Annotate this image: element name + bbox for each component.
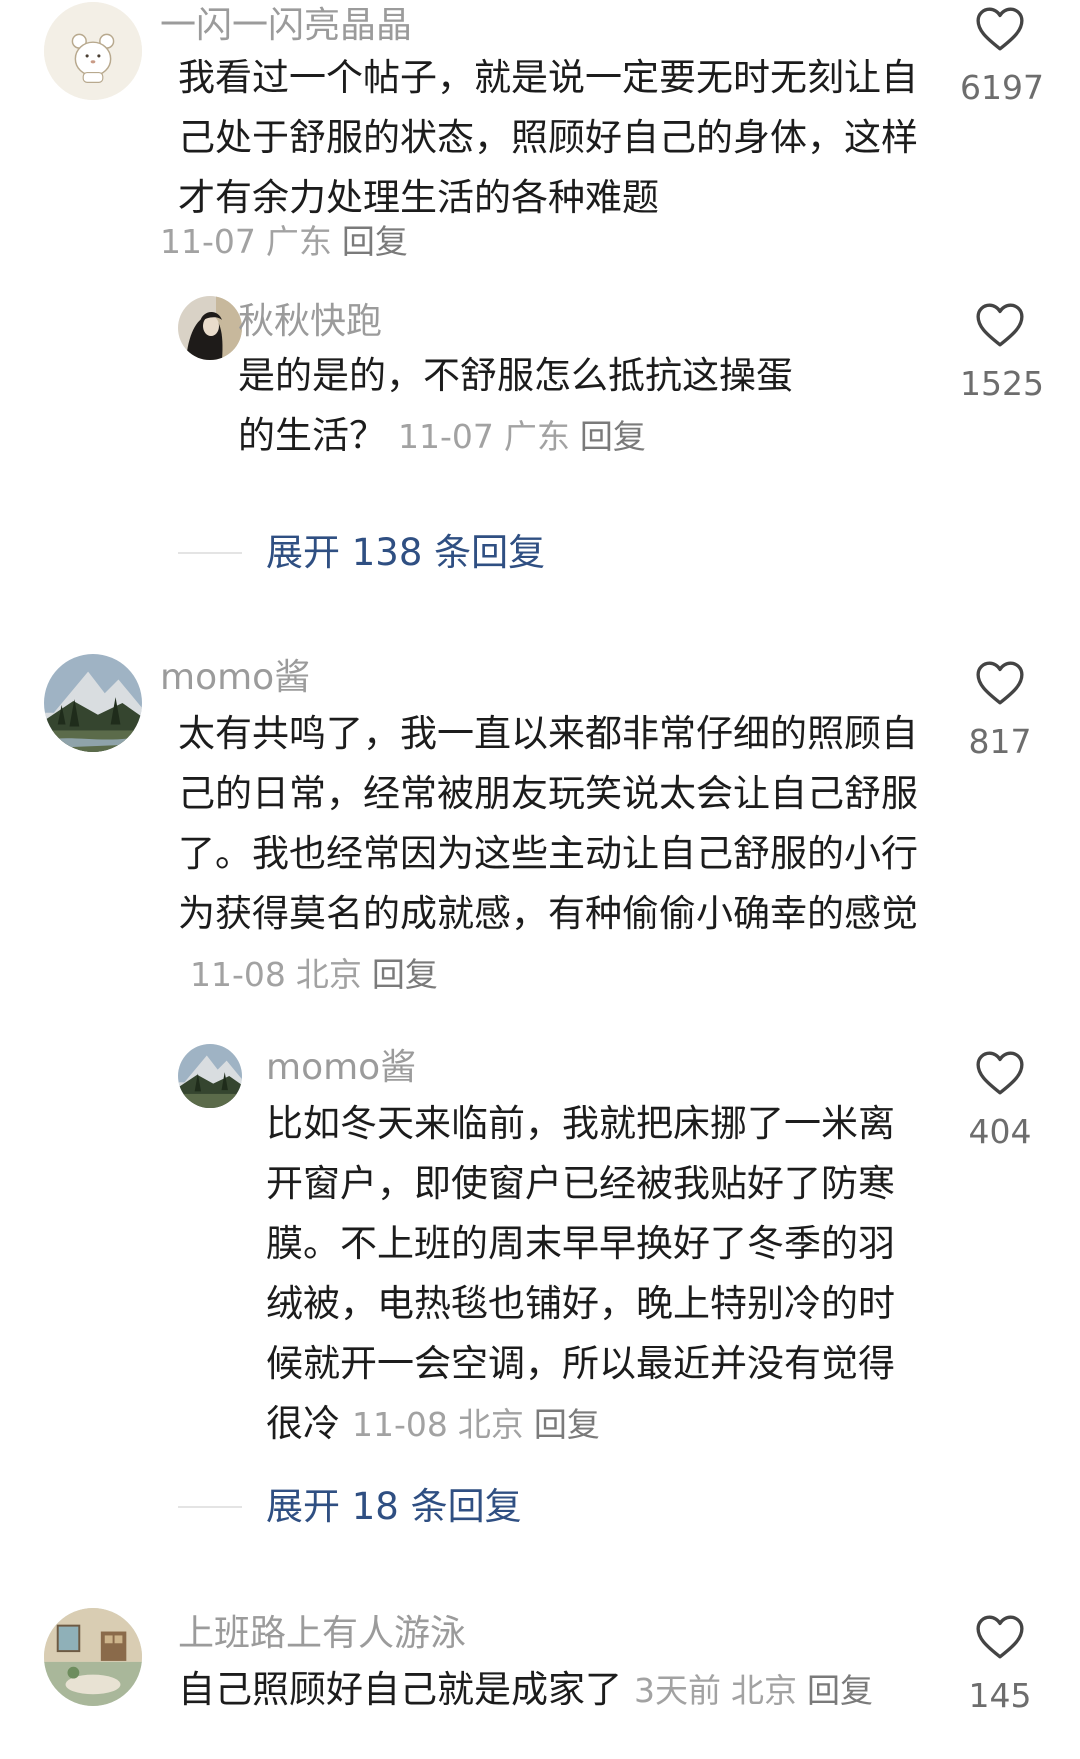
reply-text: 比如冬天来临前，我就把床挪了一米离开窗户，即使窗户已经被我贴好了防寒膜。不上班的… [266, 1094, 906, 1455]
room-illustration-avatar [44, 1608, 142, 1706]
cartoon-bear-avatar [44, 2, 142, 100]
comment-location: 北京 [295, 955, 362, 994]
username[interactable]: momo酱 [160, 656, 310, 700]
reply-button[interactable]: 回复 [372, 955, 438, 994]
like-count: 145 [968, 1676, 1032, 1715]
like-button[interactable]: 6197 [960, 6, 1044, 108]
avatar-bear[interactable] [44, 2, 142, 100]
expand-replies-label: 展开 138 条回复 [266, 531, 546, 574]
divider-line [178, 552, 242, 554]
comment-text: 自己照顾好自己就是成家了 3天前 北京 回复 [178, 1660, 938, 1721]
comment-date: 3天前 [634, 1671, 721, 1710]
expand-replies-label: 展开 18 条回复 [266, 1485, 522, 1528]
heart-outline-icon [976, 303, 1024, 347]
expand-replies-button[interactable]: 展开 138 条回复 [178, 528, 598, 578]
mountain-landscape-avatar [178, 1044, 242, 1108]
dark-portrait-avatar [178, 296, 242, 360]
avatar-mountain[interactable] [44, 654, 142, 752]
heart-outline-icon [976, 7, 1024, 51]
like-button[interactable]: 404 [960, 1050, 1040, 1152]
heart-outline-icon [976, 1615, 1024, 1659]
comment-text: 太有共鸣了，我一直以来都非常仔细的照顾自己的日常，经常被朋友玩笑说太会让自己舒服… [178, 704, 938, 1005]
reply-body: 比如冬天来临前，我就把床挪了一米离开窗户，即使窗户已经被我贴好了防寒膜。不上班的… [266, 1102, 895, 1445]
like-button[interactable]: 1525 [960, 302, 1044, 404]
expand-replies-button[interactable]: 展开 18 条回复 [178, 1482, 598, 1532]
like-count: 404 [968, 1112, 1032, 1151]
like-count: 817 [968, 722, 1032, 761]
comment-location: 北京 [731, 1671, 797, 1710]
username[interactable]: momo酱 [266, 1046, 416, 1090]
comment-text: 我看过一个帖子，就是说一定要无时无刻让自己处于舒服的状态，照顾好自己的身体，这样… [178, 48, 938, 228]
comment-body: 自己照顾好自己就是成家了 [178, 1668, 622, 1711]
heart-outline-icon [976, 661, 1024, 705]
comment-body: 我看过一个帖子，就是说一定要无时无刻让自己处于舒服的状态，照顾好自己的身体，这样… [178, 56, 918, 219]
mountain-landscape-avatar [44, 654, 142, 752]
avatar-room[interactable] [44, 1608, 142, 1706]
like-button[interactable]: 145 [960, 1614, 1040, 1716]
comment-date: 11-07 [398, 417, 494, 456]
comment-date: 11-08 [190, 955, 286, 994]
username[interactable]: 秋秋快跑 [238, 300, 382, 344]
reply-button[interactable]: 回复 [342, 222, 408, 261]
heart-outline-icon [976, 1051, 1024, 1095]
avatar-reply[interactable] [178, 1044, 242, 1108]
avatar-reply[interactable] [178, 296, 242, 360]
like-button[interactable]: 817 [960, 660, 1040, 762]
comment-body: 太有共鸣了，我一直以来都非常仔细的照顾自己的日常，经常被朋友玩笑说太会让自己舒服… [178, 712, 918, 935]
username[interactable]: 一闪一闪亮晶晶 [160, 4, 412, 48]
comment-meta: 11-07 广东 回复 [398, 417, 646, 456]
like-count: 6197 [960, 68, 1044, 107]
comment-location: 广东 [503, 417, 570, 456]
divider-line [178, 1506, 242, 1508]
reply-button[interactable]: 回复 [807, 1671, 873, 1710]
reply-button[interactable]: 回复 [580, 417, 646, 456]
like-count: 1525 [960, 364, 1044, 403]
username[interactable]: 上班路上有人游泳 [178, 1612, 466, 1656]
comment-meta: 11-08 北京 回复 [352, 1405, 600, 1444]
comment-location: 广东 [265, 222, 332, 261]
comment-location: 北京 [457, 1405, 524, 1444]
comment-meta: 3天前 北京 回复 [634, 1671, 873, 1710]
comment-date: 11-07 [160, 222, 256, 261]
reply-text: 是的是的，不舒服怎么抵抗这操蛋的生活？ 11-07 广东 回复 [238, 346, 818, 467]
comment-meta: 11-08 北京 回复 [190, 955, 438, 994]
comment-meta: 11-07 广东 回复 [160, 220, 408, 264]
comment-date: 11-08 [352, 1405, 448, 1444]
reply-button[interactable]: 回复 [534, 1405, 600, 1444]
